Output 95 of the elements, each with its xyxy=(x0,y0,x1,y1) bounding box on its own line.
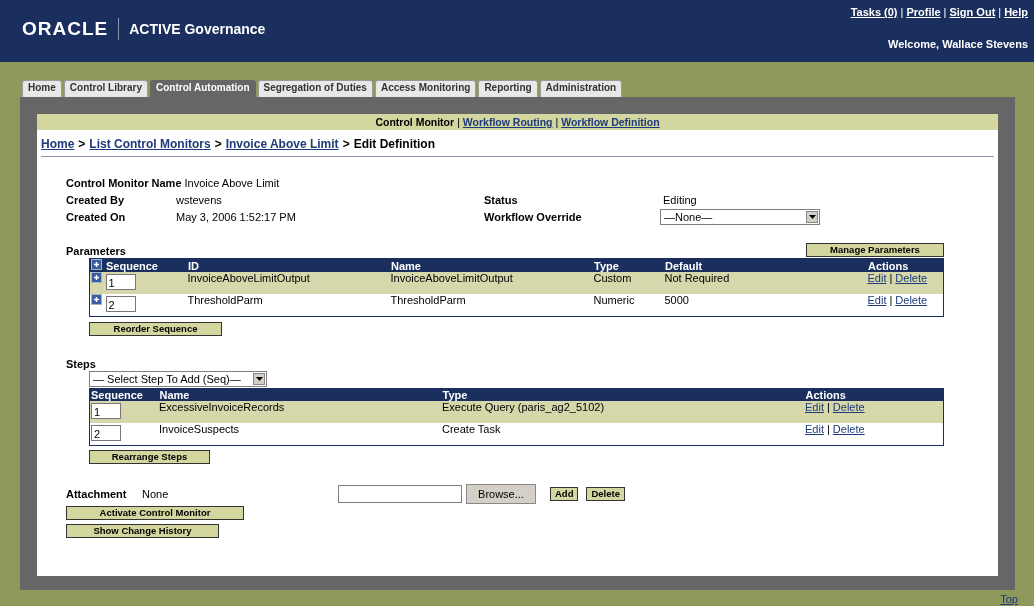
column-header: Sequence xyxy=(104,258,187,272)
action-link[interactable]: Edit xyxy=(867,272,887,284)
action-link[interactable]: Delete xyxy=(832,423,865,435)
breadcrumb-link[interactable]: List Control Monitors xyxy=(89,137,211,151)
table-cell: InvoiceAboveLimitOutput xyxy=(389,272,593,294)
table-cell: ThresholdParm xyxy=(186,294,390,317)
table-cell: Custom xyxy=(592,272,664,294)
tab[interactable]: Administration xyxy=(539,80,623,97)
workflow-override-dropdown[interactable]: —None— xyxy=(660,208,820,225)
link-separator: | xyxy=(826,401,830,413)
action-link[interactable]: Edit xyxy=(805,401,824,413)
welcome-text: Welcome, Wallace Stevens xyxy=(888,38,1028,50)
link-separator: | xyxy=(555,116,559,128)
expand-all-icon[interactable] xyxy=(91,259,102,270)
add-button[interactable]: Add xyxy=(550,487,579,501)
field-value: None xyxy=(142,488,170,500)
header-link[interactable]: Help xyxy=(1004,6,1028,18)
action-link[interactable]: Edit xyxy=(805,423,824,435)
column-header: Actions xyxy=(866,258,944,272)
rearrange-steps-button[interactable]: Rearrange Steps xyxy=(89,450,210,464)
action-link[interactable]: Delete xyxy=(895,294,928,306)
tab[interactable]: Reporting xyxy=(478,80,538,97)
field-value: wstevens xyxy=(176,193,223,206)
subnav-link[interactable]: Control Monitor xyxy=(375,116,455,128)
field-label: Workflow Override xyxy=(484,210,583,223)
table-cell: 5000 xyxy=(663,294,867,317)
breadcrumb-current: Edit Definition xyxy=(353,137,435,151)
step-select-dropdown[interactable]: — Select Step To Add (Seq)— xyxy=(89,371,267,387)
section-title: Steps xyxy=(66,358,96,370)
column-header: Name xyxy=(389,258,593,272)
column-header: Name xyxy=(158,388,441,401)
field-label: Created By xyxy=(66,193,126,206)
expand-icon[interactable] xyxy=(91,272,102,283)
breadcrumb-separator: > xyxy=(78,137,86,151)
field-label: Created On xyxy=(66,210,127,223)
action-link[interactable]: Edit xyxy=(867,294,887,306)
link-separator: | xyxy=(457,116,460,128)
table-cell: ExcessiveInvoiceRecords xyxy=(158,401,441,423)
column-header: ID xyxy=(186,258,390,272)
sequence-input[interactable]: 2 xyxy=(105,296,136,312)
header-link[interactable]: Profile xyxy=(906,6,941,18)
link-separator: | xyxy=(889,272,893,284)
action-link[interactable]: Delete xyxy=(895,272,928,284)
breadcrumb-link[interactable]: Invoice Above Limit xyxy=(225,137,339,151)
table-cell: Execute Query (paris_ag2_5102) xyxy=(441,401,804,423)
link-separator: | xyxy=(889,294,893,306)
breadcrumb-separator: > xyxy=(342,137,350,151)
tab[interactable]: Access Monitoring xyxy=(374,80,477,97)
sequence-input[interactable]: 1 xyxy=(91,403,121,419)
tab[interactable]: Control Automation xyxy=(150,80,256,97)
action-link[interactable]: Delete xyxy=(832,401,865,413)
subnav-link[interactable]: Workflow Definition xyxy=(561,116,660,128)
tab[interactable]: Control Library xyxy=(63,80,149,97)
logo: ORACLE xyxy=(22,18,120,40)
link-separator: | xyxy=(943,6,947,18)
breadcrumb-link[interactable]: Home xyxy=(41,137,75,151)
column-header: Default xyxy=(663,258,867,272)
table-cell: Create Task xyxy=(441,423,804,446)
link-separator: | xyxy=(826,423,830,435)
tab[interactable]: Segregation of Duties xyxy=(257,80,373,97)
field-value: Invoice Above Limit xyxy=(184,176,280,189)
column-header: Actions xyxy=(804,388,944,401)
link-separator: | xyxy=(900,6,904,18)
table-cell: InvoiceSuspects xyxy=(158,423,441,446)
section-title: Parameters xyxy=(66,245,126,257)
tab[interactable]: Home xyxy=(22,80,62,97)
sequence-input[interactable]: 1 xyxy=(105,274,136,290)
expand-icon[interactable] xyxy=(91,294,102,305)
header-link[interactable]: Sign Out xyxy=(949,6,996,18)
delete-button[interactable]: Delete xyxy=(586,487,625,501)
link-separator: | xyxy=(998,6,1002,18)
field-label: Control Monitor Name xyxy=(66,176,182,189)
browse-button[interactable]: Browse... xyxy=(466,484,536,504)
column-header: Type xyxy=(592,258,664,272)
table-cell: InvoiceAboveLimitOutput xyxy=(186,272,390,294)
manage-parameters-button[interactable]: Manage Parameters xyxy=(806,243,944,257)
activate-button[interactable]: Activate Control Monitor xyxy=(66,506,244,520)
table-cell: ThresholdParm xyxy=(389,294,593,317)
field-value: Editing xyxy=(663,193,697,206)
product-name: ACTIVE Governance xyxy=(128,21,266,37)
sequence-input[interactable]: 2 xyxy=(91,425,121,441)
table-cell: Numeric xyxy=(592,294,664,317)
column-header: Sequence xyxy=(89,388,158,401)
breadcrumb-separator: > xyxy=(214,137,222,151)
field-label: Attachment xyxy=(66,488,128,500)
field-value: May 3, 2006 1:52:17 PM xyxy=(176,210,297,223)
change-history-button[interactable]: Show Change History xyxy=(66,524,219,538)
header-link[interactable]: Tasks (0) xyxy=(850,6,898,18)
reorder-sequence-button[interactable]: Reorder Sequence xyxy=(89,322,222,336)
field-label: Status xyxy=(484,193,519,206)
column-header: Type xyxy=(441,388,804,401)
file-input-field[interactable] xyxy=(338,485,462,503)
table-cell: Not Required xyxy=(663,272,867,294)
subnav-link[interactable]: Workflow Routing xyxy=(462,116,553,128)
top-link[interactable]: Top xyxy=(1000,593,1018,605)
